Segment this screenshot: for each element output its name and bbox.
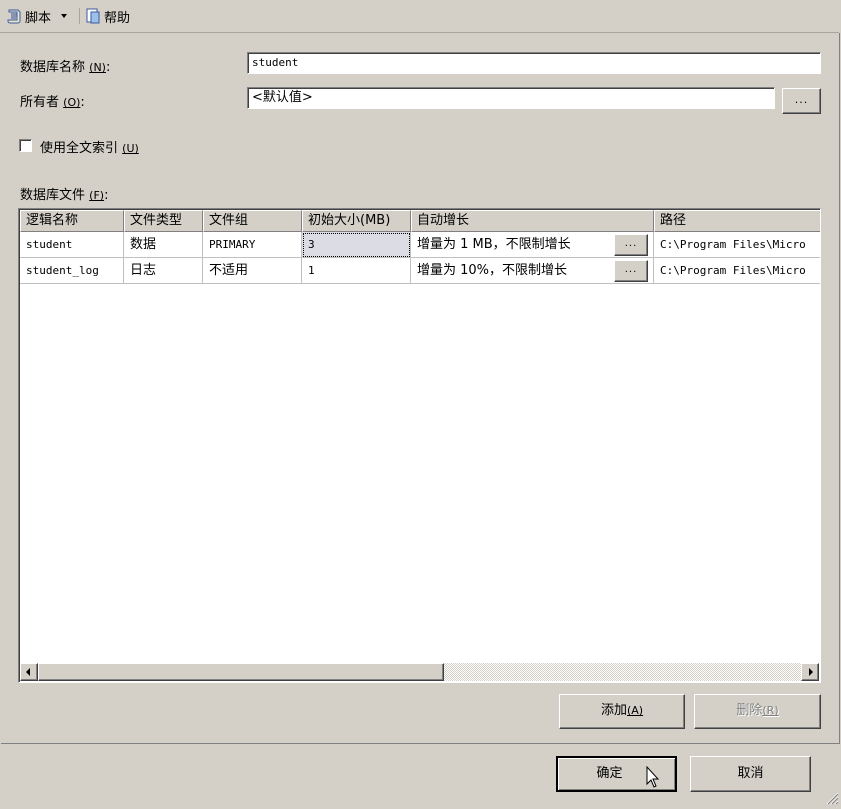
help-label: 帮助 [104,10,131,26]
cell-path[interactable]: C:\Program Files\Micro [654,258,820,284]
remove-file-button[interactable]: 删除(R) [694,694,821,729]
fulltext-checkbox[interactable] [19,139,32,152]
help-button[interactable]: 帮助 [85,6,130,26]
db-name-accesskey: (N) [89,61,106,74]
resize-grip-icon[interactable] [825,791,839,805]
horizontal-scrollbar[interactable] [20,663,819,681]
fulltext-label: 使用全文索引 [40,141,119,156]
db-files-accesskey: (F) [89,189,105,202]
cell-logical-name[interactable]: student_log [20,258,124,284]
mouse-cursor-icon [646,765,662,790]
add-file-button[interactable]: 添加(A) [559,694,685,729]
fulltext-label-group[interactable]: 使用全文索引 (U) [40,137,139,156]
cancel-button[interactable]: 取消 [690,756,811,792]
column-header-file-type[interactable]: 文件类型 [124,210,203,232]
owner-browse-button[interactable]: ... [782,88,821,114]
add-accesskey: (A) [626,704,644,717]
cell-path[interactable]: C:\Program Files\Micro [654,232,820,258]
cell-initial-size[interactable]: 3 [302,232,411,258]
db-name-input[interactable]: student [247,52,821,74]
column-header-logical-name[interactable]: 逻辑名称 [20,210,124,232]
toolbar: 脚本 帮助 [0,0,839,33]
db-files-label: 数据库文件 [20,188,86,203]
remove-label: 删除 [736,703,763,718]
script-icon [6,8,22,24]
autogrowth-browse-button[interactable]: ... [614,234,648,256]
scroll-right-button[interactable] [801,663,819,681]
ok-label: 确定 [596,766,623,781]
chevron-down-icon [60,9,68,24]
arrow-left-icon [26,668,30,676]
cell-file-type[interactable]: 数据 [124,232,203,258]
add-label: 添加 [600,703,627,718]
db-name-label-group: 数据库名称 (N): [20,60,111,75]
toolbar-separator [79,8,80,24]
db-name-label: 数据库名称 [20,60,86,75]
owner-label: 所有者 [20,95,60,110]
arrow-right-icon [809,668,813,676]
owner-label-group: 所有者 (O): [20,95,85,110]
owner-input[interactable]: <默认值> [247,87,775,109]
cell-file-type[interactable]: 日志 [124,258,203,284]
column-header-initial-size[interactable]: 初始大小(MB) [302,210,411,232]
owner-accesskey: (O) [63,96,81,109]
scroll-left-button[interactable] [20,663,38,681]
help-icon [85,8,101,24]
script-menu-button[interactable]: 脚本 [6,6,68,26]
column-header-filegroup[interactable]: 文件组 [203,210,302,232]
autogrowth-browse-button[interactable]: ... [614,260,648,282]
column-header-autogrowth[interactable]: 自动增长 [411,210,654,232]
remove-accesskey: (R) [762,704,779,717]
scrollbar-thumb[interactable] [38,663,444,681]
cell-filegroup[interactable]: PRIMARY [203,232,302,258]
cell-filegroup[interactable]: 不适用 [203,258,302,284]
column-header-path[interactable]: 路径 [654,210,820,232]
script-label: 脚本 [25,10,52,26]
db-files-label-group: 数据库文件 (F): [20,188,109,203]
database-files-grid[interactable]: 逻辑名称 文件类型 文件组 初始大小(MB) 自动增长 路径 student 数… [18,208,821,683]
fulltext-accesskey: (U) [122,142,139,155]
cell-logical-name[interactable]: student [20,232,124,258]
cell-initial-size[interactable]: 1 [302,258,411,284]
